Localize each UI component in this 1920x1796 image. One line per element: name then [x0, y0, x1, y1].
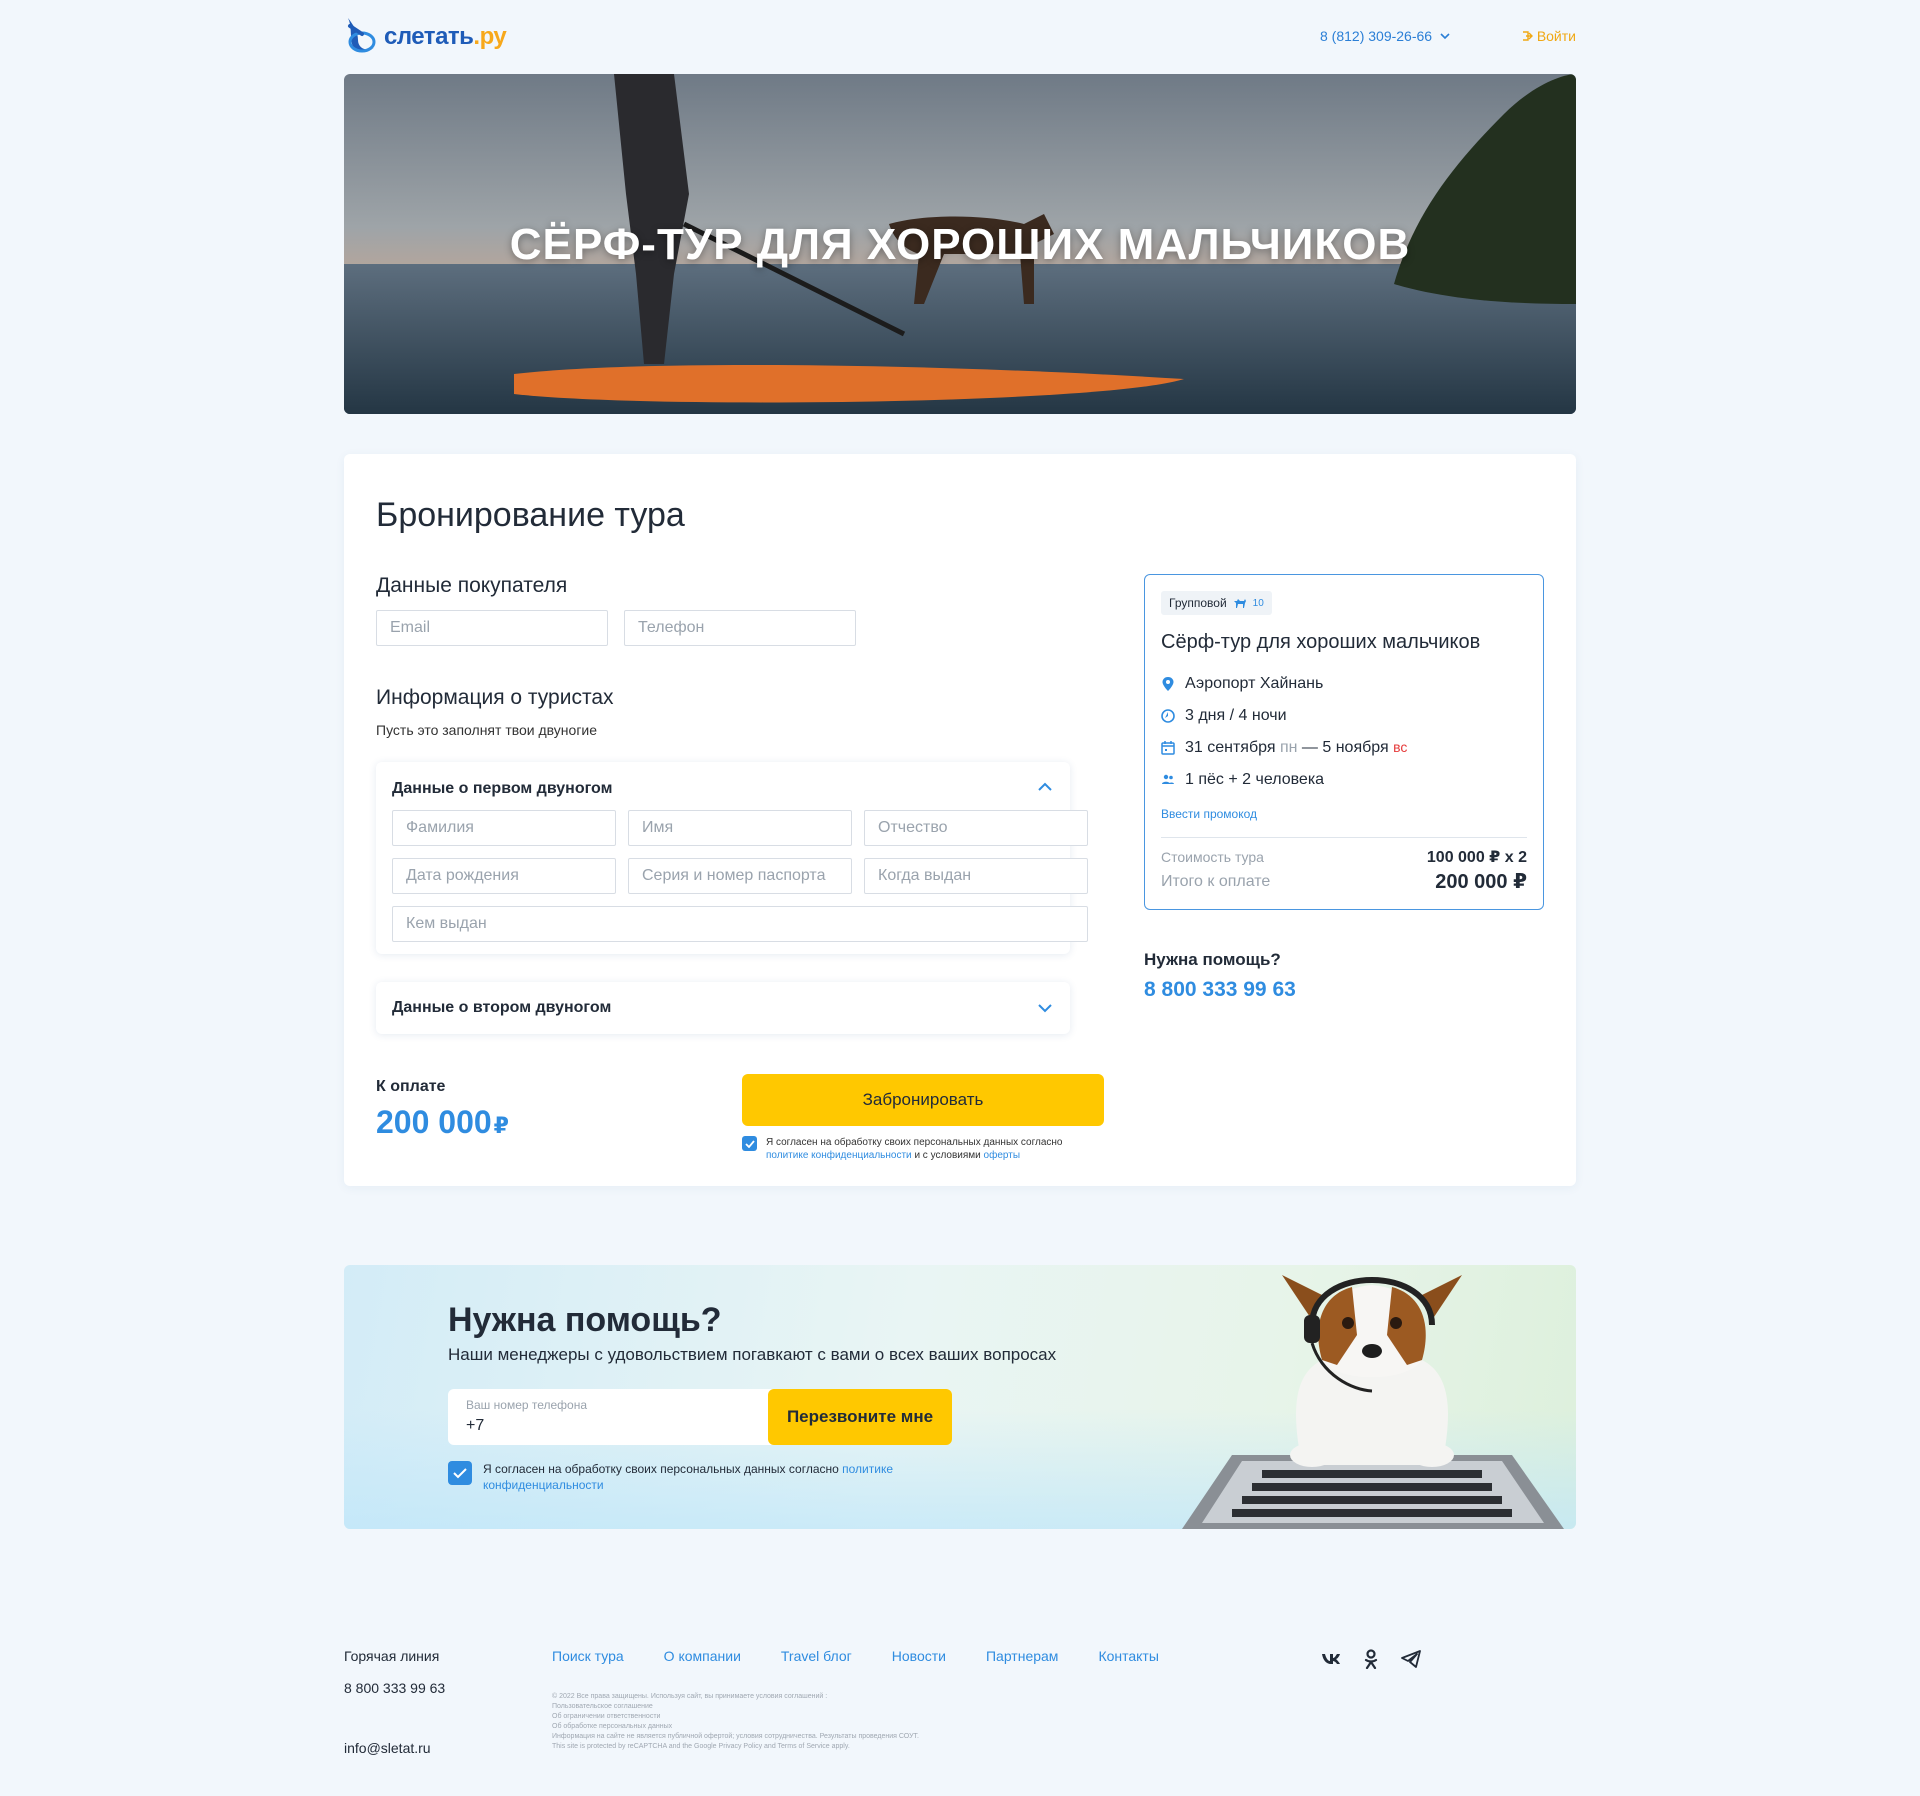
- ok-icon[interactable]: [1360, 1648, 1382, 1670]
- footer-link-partners[interactable]: Партнерам: [986, 1648, 1058, 1664]
- dog-icon: [1233, 599, 1246, 608]
- cost-value: 100 000 ₽ x 2: [1426, 849, 1527, 866]
- buyer-section-title: Данные покупателя: [376, 574, 568, 597]
- phone-input[interactable]: [624, 610, 856, 646]
- issued-by-input[interactable]: [392, 906, 1088, 942]
- chevron-down-icon: [1440, 33, 1450, 40]
- calendar-icon: [1161, 741, 1175, 755]
- birthdate-input[interactable]: [392, 858, 616, 894]
- check-icon: [453, 1467, 467, 1478]
- footer-email[interactable]: info@sletat.ru: [344, 1740, 431, 1756]
- dog-with-headset-image: [1182, 1275, 1564, 1529]
- tour-travelers: 1 пёс + 2 человека: [1161, 771, 1324, 789]
- chevron-up-icon[interactable]: [1036, 778, 1054, 796]
- clock-icon: [1161, 709, 1175, 723]
- promo-code-link[interactable]: Ввести промокод: [1161, 807, 1257, 821]
- privacy-link[interactable]: политике конфиденциальности: [766, 1150, 912, 1161]
- email-input[interactable]: [376, 610, 608, 646]
- cost-label: Стоимость тура: [1161, 849, 1264, 865]
- total-value: 200 000 ₽: [1435, 871, 1527, 893]
- consent-text: Я согласен на обработку своих персональн…: [766, 1137, 1063, 1161]
- footer-link-search[interactable]: Поиск тура: [552, 1648, 624, 1664]
- booking-card: Бронирование тура Данные покупателя Инфо…: [344, 454, 1576, 1186]
- help-question: Нужна помощь?: [1144, 950, 1281, 969]
- footer-legal: © 2022 Все права защищены. Используя сай…: [552, 1693, 919, 1750]
- logo-icon: [348, 18, 376, 53]
- second-person-title: Данные о втором двуногом: [392, 999, 612, 1016]
- people-icon: [1162, 774, 1174, 784]
- header-phone-text: 8 (812) 309-26-66: [1320, 28, 1433, 44]
- tour-dates: 31 сентября пн — 5 ноября вс: [1161, 739, 1407, 757]
- footer-link-news[interactable]: Новости: [892, 1648, 946, 1664]
- social-links: [1320, 1648, 1422, 1670]
- tourists-note: Пусть это заполнят твои двуногие: [376, 722, 598, 738]
- logo[interactable]: слетать.ру: [344, 16, 507, 58]
- hero-banner: СЁРФ-ТУР ДЛЯ ХОРОШИХ МАЛЬЧИКОВ: [344, 74, 1576, 414]
- offer-link[interactable]: оферты: [984, 1150, 1020, 1161]
- issued-date-input[interactable]: [864, 858, 1088, 894]
- pay-label: К оплате: [376, 1078, 446, 1095]
- pay-amount: 200 000₽: [376, 1104, 509, 1140]
- callback-phone-label: Ваш номер телефона: [466, 1398, 588, 1412]
- hero-title: СЁРФ-ТУР ДЛЯ ХОРОШИХ МАЛЬЧИКОВ: [509, 220, 1411, 269]
- tour-duration: 3 дня / 4 ночи: [1161, 707, 1287, 725]
- header: слетать.ру 8 (812) 309-26-66 Войти: [344, 16, 1576, 58]
- check-icon: [744, 1139, 755, 1148]
- second-person-accordion[interactable]: Данные о втором двуногом: [376, 982, 1070, 1034]
- logo-text: слетать.ру: [384, 23, 507, 50]
- group-badge: Групповой 10: [1161, 591, 1272, 615]
- footer-nav: Поиск тура О компании Travel блог Новост…: [552, 1648, 1199, 1664]
- banner-subtitle: Наши менеджеры с удовольствием погавкают…: [448, 1345, 1057, 1364]
- tour-location: Аэропорт Хайнань: [1161, 675, 1323, 693]
- banner-title: Нужна помощь?: [448, 1301, 722, 1339]
- footer-link-about[interactable]: О компании: [664, 1648, 741, 1664]
- chevron-down-icon: [1038, 1004, 1052, 1013]
- tour-summary-card: Групповой 10 Сёрф-тур для хороших мальчи…: [1144, 574, 1544, 910]
- login-icon: [1522, 31, 1533, 41]
- login-label: Войти: [1536, 28, 1576, 44]
- footer: Горячая линия 8 800 333 99 63 info@sleta…: [344, 1640, 1576, 1760]
- first-person-accordion: Данные о первом двуногом: [376, 762, 1088, 954]
- tourists-section-title: Информация о туристах: [376, 686, 614, 709]
- banner-consent-text: Я согласен на обработку своих персональн…: [483, 1462, 894, 1492]
- hotline-label: Горячая линия: [344, 1648, 440, 1664]
- help-phone-link[interactable]: 8 800 333 99 63: [1144, 978, 1296, 1002]
- page-title: Бронирование тура: [376, 496, 685, 534]
- hotline-phone[interactable]: 8 800 333 99 63: [344, 1680, 445, 1696]
- patronymic-input[interactable]: [864, 810, 1088, 846]
- footer-link-contacts[interactable]: Контакты: [1098, 1648, 1158, 1664]
- surname-input[interactable]: [392, 810, 616, 846]
- login-button[interactable]: Войти: [1521, 28, 1576, 44]
- location-pin-icon: [1162, 677, 1174, 691]
- divider: [1161, 837, 1527, 838]
- book-button[interactable]: Забронировать: [742, 1074, 1104, 1126]
- callback-phone-field[interactable]: Ваш номер телефона: [448, 1389, 778, 1445]
- callback-phone-input[interactable]: [466, 1417, 746, 1435]
- footer-link-blog[interactable]: Travel блог: [781, 1648, 852, 1664]
- total-label: Итого к оплате: [1161, 873, 1271, 890]
- help-banner: Нужна помощь? Наши менеджеры с удовольст…: [344, 1265, 1576, 1529]
- banner-consent-checkbox[interactable]: [448, 1461, 472, 1485]
- name-input[interactable]: [628, 810, 852, 846]
- first-person-title[interactable]: Данные о первом двуногом: [392, 780, 612, 798]
- passport-input[interactable]: [628, 858, 852, 894]
- vk-icon[interactable]: [1320, 1648, 1342, 1670]
- header-phone[interactable]: 8 (812) 309-26-66: [1320, 28, 1450, 44]
- tour-title: Сёрф-тур для хороших мальчиков: [1161, 631, 1481, 653]
- consent-checkbox[interactable]: [742, 1136, 757, 1151]
- callback-button[interactable]: Перезвоните мне: [768, 1389, 952, 1445]
- telegram-icon[interactable]: [1400, 1648, 1422, 1670]
